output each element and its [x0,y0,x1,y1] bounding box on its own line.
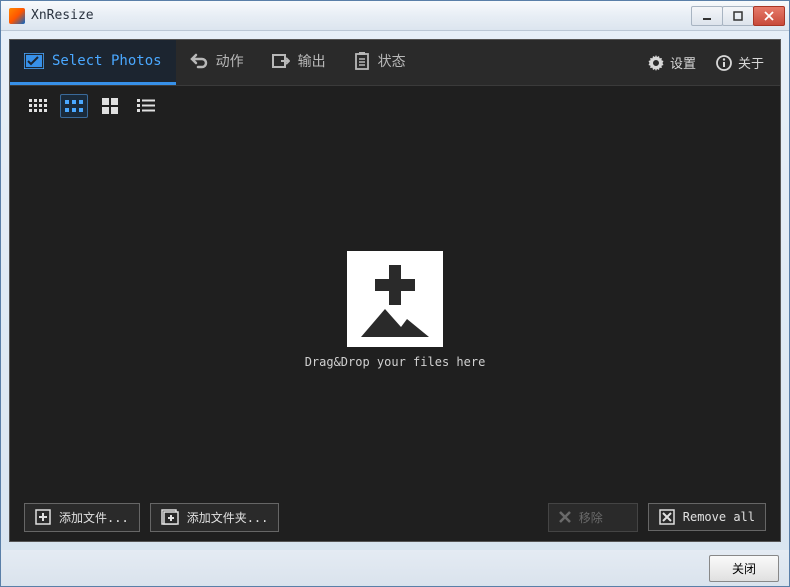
view-mode-toolbar [10,86,780,126]
small-grid-icon [29,99,47,113]
button-label: 移除 [579,509,603,526]
button-label: 添加文件夹... [187,509,269,526]
add-file-icon [35,509,51,525]
tab-label: 状态 [378,51,406,71]
window-close-button[interactable] [753,6,785,26]
tab-output[interactable]: 输出 [258,40,340,85]
gear-icon [648,55,664,71]
window-titlebar: XnResize [1,1,789,31]
button-label: 添加文件... [59,509,129,526]
tab-label: 动作 [216,51,244,71]
medium-grid-icon [65,100,83,112]
settings-label: 设置 [670,53,696,72]
tab-label: 输出 [298,51,326,71]
tab-select-photos[interactable]: Select Photos [10,40,176,85]
tab-status[interactable]: 状态 [340,40,420,85]
info-icon [716,55,732,71]
list-icon [137,99,155,113]
large-grid-icon [102,98,118,114]
undo-arrow-icon [190,53,208,69]
export-icon [272,53,290,69]
close-button[interactable]: 关闭 [709,555,779,582]
view-small-grid-button[interactable] [24,94,52,118]
tab-label: Select Photos [52,53,162,69]
dropzone-hint-text: Drag&Drop your files here [305,355,486,369]
main-tabbar: Select Photos 动作 输出 [10,40,780,86]
button-label: Remove all [683,510,755,524]
view-large-grid-button[interactable] [96,94,124,118]
view-medium-grid-button[interactable] [60,94,88,118]
remove-button: 移除 [548,503,638,532]
window-minimize-button[interactable] [691,6,723,26]
view-list-button[interactable] [132,94,160,118]
file-dropzone[interactable]: Drag&Drop your files here [10,126,780,493]
add-files-button[interactable]: 添加文件... [24,503,140,532]
about-label: 关于 [738,53,764,72]
add-folder-button[interactable]: 添加文件夹... [150,503,280,532]
tab-action[interactable]: 动作 [176,40,258,85]
remove-all-button[interactable]: Remove all [648,503,766,531]
window-title: XnResize [31,8,692,23]
clipboard-list-icon [354,52,370,70]
footer-bar: 关闭 [1,550,789,586]
remove-all-icon [659,509,675,525]
dropzone-placeholder-image [347,251,443,347]
window-maximize-button[interactable] [722,6,754,26]
photo-select-icon [24,53,44,69]
app-icon [9,8,25,24]
settings-button[interactable]: 设置 [638,47,706,78]
add-folder-icon [161,509,179,525]
about-button[interactable]: 关于 [706,47,774,78]
remove-icon [559,511,571,523]
